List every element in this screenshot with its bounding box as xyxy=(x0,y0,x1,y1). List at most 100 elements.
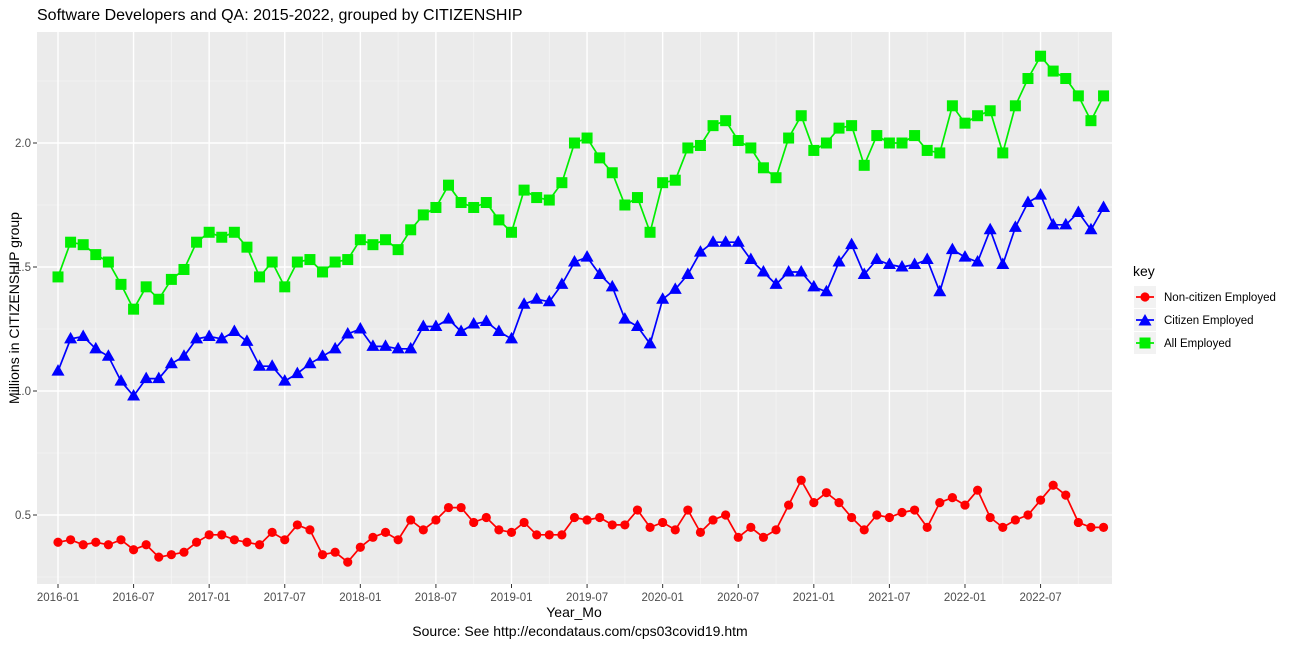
legend-item-non-citizen-employed: Non-citizen Employed xyxy=(1134,286,1276,308)
data-point xyxy=(267,527,277,537)
data-point xyxy=(1047,65,1059,77)
data-point xyxy=(317,550,328,560)
data-point xyxy=(103,540,113,550)
data-point xyxy=(65,535,76,545)
data-point xyxy=(115,278,127,290)
data-point xyxy=(266,256,278,268)
data-point xyxy=(342,254,354,266)
x-tick-label: 2019-07 xyxy=(566,592,608,604)
data-point xyxy=(620,520,630,530)
data-point xyxy=(242,537,252,547)
data-point xyxy=(796,475,806,485)
legend: key Non-citizen Employed Citizen Employed… xyxy=(1133,263,1276,354)
data-point xyxy=(128,545,139,555)
data-point xyxy=(343,557,353,567)
x-tick-label: 2021-01 xyxy=(793,592,835,604)
data-point xyxy=(946,100,958,112)
data-point xyxy=(254,271,266,283)
data-point xyxy=(355,542,365,552)
legend-item-all-employed: All Employed xyxy=(1134,332,1231,354)
data-point xyxy=(468,201,480,213)
x-tick-label: 2020-01 xyxy=(642,592,684,604)
data-point xyxy=(203,226,215,238)
caption: Source: See http://econdataus.com/cps03c… xyxy=(412,623,747,639)
data-point xyxy=(784,500,794,510)
data-point xyxy=(1009,100,1021,112)
data-point xyxy=(1060,73,1072,85)
data-point xyxy=(141,540,151,550)
data-point xyxy=(858,159,870,171)
data-point xyxy=(431,515,441,525)
data-point xyxy=(52,271,64,283)
data-point xyxy=(153,293,165,305)
data-point xyxy=(556,177,568,189)
data-point xyxy=(480,197,492,209)
data-point xyxy=(405,224,417,236)
data-point xyxy=(1086,522,1096,533)
data-point xyxy=(557,530,567,540)
legend-label: Citizen Employed xyxy=(1164,315,1253,327)
data-point xyxy=(1085,115,1097,127)
data-point xyxy=(972,485,983,495)
data-point xyxy=(204,530,214,540)
data-point xyxy=(896,137,908,149)
data-point xyxy=(935,498,945,508)
data-point xyxy=(795,110,807,122)
data-point xyxy=(279,281,291,293)
data-point xyxy=(392,244,404,256)
data-point xyxy=(1023,510,1033,520)
data-point xyxy=(809,498,819,508)
data-point xyxy=(518,184,530,196)
y-tick-label: 2.0 xyxy=(15,138,31,150)
data-point xyxy=(1035,495,1046,505)
x-tick-label: 2018-07 xyxy=(415,592,457,604)
data-point xyxy=(116,535,126,545)
data-point xyxy=(821,488,832,498)
data-point xyxy=(606,167,618,179)
data-point xyxy=(367,239,379,251)
data-point xyxy=(291,256,303,268)
data-point xyxy=(154,552,164,562)
data-point xyxy=(90,249,102,261)
data-point xyxy=(78,540,88,550)
legend-item-citizen-employed: Citizen Employed xyxy=(1134,309,1253,331)
data-point xyxy=(632,505,643,515)
data-point xyxy=(922,522,932,533)
data-point xyxy=(921,144,933,156)
data-point xyxy=(732,135,744,147)
x-axis-title: Year_Mo xyxy=(546,604,602,620)
data-point xyxy=(102,256,114,268)
data-point xyxy=(758,532,769,542)
data-point xyxy=(430,201,442,213)
data-point xyxy=(594,152,606,164)
data-point xyxy=(354,234,366,246)
data-point xyxy=(757,162,769,174)
data-point xyxy=(330,547,340,557)
x-axis: 2016-01 2016-07 2017-01 2017-07 2018-01 2018-… xyxy=(37,584,1062,604)
x-tick-label: 2018-01 xyxy=(339,592,381,604)
data-point xyxy=(581,132,593,144)
data-point xyxy=(820,137,832,149)
data-point xyxy=(708,515,718,525)
data-point xyxy=(897,507,907,518)
data-point xyxy=(694,139,706,151)
y-tick-label: 0.5 xyxy=(15,510,31,522)
data-point xyxy=(1048,480,1058,490)
data-point xyxy=(631,192,643,204)
legend-key-marker xyxy=(1140,292,1150,302)
data-point xyxy=(683,505,693,515)
data-point xyxy=(960,500,970,510)
chart-title: Software Developers and QA: 2015-2022, g… xyxy=(37,7,523,24)
data-point xyxy=(670,525,680,535)
data-point xyxy=(985,512,995,523)
data-point xyxy=(65,236,77,248)
data-point xyxy=(304,254,316,266)
data-point xyxy=(393,535,403,545)
data-point xyxy=(669,174,681,186)
data-point xyxy=(544,530,554,540)
data-point xyxy=(657,177,669,189)
data-point xyxy=(217,530,227,540)
data-point xyxy=(997,147,1009,159)
data-point xyxy=(607,520,617,530)
x-tick-label: 2022-07 xyxy=(1019,592,1061,604)
